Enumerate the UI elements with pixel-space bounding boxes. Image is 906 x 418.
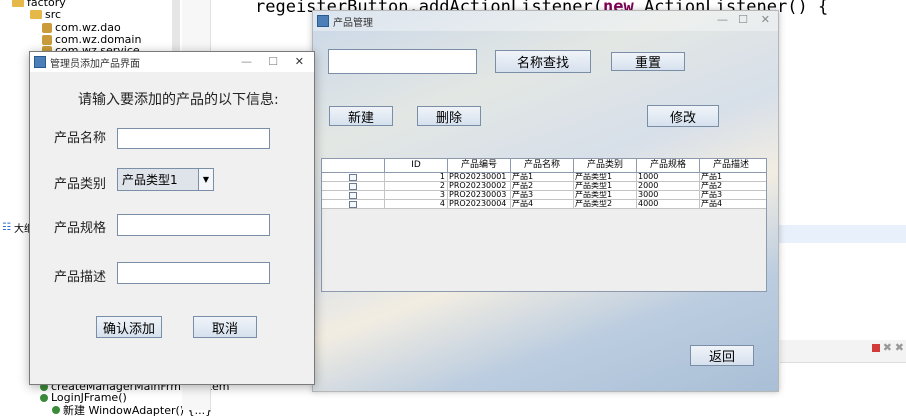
anonymous-class-icon [52,406,60,414]
column-header-id[interactable]: ID [385,159,448,172]
new-button[interactable]: 新建 [329,106,393,126]
cell-category: 产品类型1 [574,173,637,181]
cell-name: 产品3 [511,191,574,199]
cell-code: PRO20230003 [448,191,511,199]
product-spec-label: 产品规格 [54,221,107,236]
search-by-name-button[interactable]: 名称查找 [495,50,591,73]
cell-id: 3 [385,191,448,199]
console-toolbar: ✖ ✖ [780,340,906,363]
remove-all-icon[interactable]: ✖ [895,341,904,354]
cell-desc: 产品2 [701,182,723,190]
table-row[interactable]: 3 PRO20230003 产品3 产品类型1 3000 产品3 [322,191,766,200]
close-button[interactable]: ✕ [761,13,770,26]
close-button[interactable]: ✕ [295,55,304,68]
cell-spec: 2000 [637,182,700,190]
product-desc-field[interactable] [117,262,270,284]
checkbox-icon[interactable] [349,174,357,181]
row-checkbox[interactable] [322,191,385,199]
cell-id: 2 [385,182,448,190]
dialog-heading: 请输入要添加的产品的以下信息: [78,92,279,108]
cancel-button[interactable]: 取消 [193,316,257,338]
reset-button[interactable]: 重置 [611,52,685,71]
constructor-icon [40,393,48,402]
checkbox-icon[interactable] [349,201,357,208]
back-button[interactable]: 返回 [690,345,754,366]
java-app-icon [34,56,46,68]
package-icon [42,34,52,45]
category-selected-value: 产品类型1 [122,173,178,187]
cell-name: 产品2 [511,182,574,190]
cell-spec: 4000 [637,200,700,208]
search-input[interactable] [328,49,477,74]
cell-name: 产品1 [511,173,574,181]
dialog-title: 管理员添加产品界面 [50,58,140,70]
checkbox-icon[interactable] [349,192,357,199]
product-spec-field[interactable] [117,214,270,236]
cell-spec: 3000 [637,191,700,199]
product-table: ID 产品编号 产品名称 产品类别 产品规格 产品描述 1 PRO2023000… [321,158,767,292]
cell-code: PRO20230002 [448,182,511,190]
cell-desc: 产品3 [701,191,723,199]
cell-spec: 1000 [637,173,700,181]
product-category-label: 产品类别 [54,177,107,192]
table-header: ID 产品编号 产品名称 产品类别 产品规格 产品描述 [322,159,766,173]
cell-code: PRO20230001 [448,173,511,181]
column-header-select[interactable] [322,159,385,172]
outline-icon: ☷ [2,222,11,233]
cell-category: 产品类型1 [574,191,637,199]
row-checkbox[interactable] [322,182,385,190]
table-row[interactable]: 4 PRO20230004 产品4 产品类型2 4000 产品4 [322,200,766,209]
product-name-field[interactable] [117,128,270,149]
edit-button[interactable]: 修改 [647,105,719,127]
column-header-name[interactable]: 产品名称 [511,159,574,172]
product-name-label: 产品名称 [54,131,107,146]
tree-item-src[interactable]: src [30,8,61,21]
cell-name: 产品4 [511,200,574,208]
cell-category: 产品类型2 [574,200,637,208]
dialog-titlebar[interactable]: 管理员添加产品界面 — ☐ ✕ [30,52,314,72]
cell-id: 1 [385,173,448,181]
maximize-button[interactable]: ☐ [738,13,748,26]
package-icon [42,22,52,33]
cell-id: 4 [385,200,448,208]
product-category-select[interactable]: 产品类型1 ▼ [117,168,214,191]
product-desc-label: 产品描述 [54,270,107,285]
cell-code: PRO20230004 [448,200,511,208]
column-header-desc[interactable]: 产品描述 [700,159,762,172]
project-folder-icon [12,0,24,7]
minimize-button[interactable]: — [717,13,728,26]
maximize-button[interactable]: ☐ [268,55,278,68]
chevron-down-icon[interactable]: ▼ [198,169,213,190]
cell-category: 产品类型1 [574,182,637,190]
table-row[interactable]: 1 PRO20230001 产品1 产品类型1 1000 产品1 [322,173,766,182]
cell-desc: 产品1 [701,173,723,181]
column-header-code[interactable]: 产品编号 [448,159,511,172]
minimize-button[interactable]: — [241,55,252,68]
add-product-dialog: 管理员添加产品界面 — ☐ ✕ 请输入要添加的产品的以下信息: 产品名称 产品类… [29,51,315,385]
table-row[interactable]: 2 PRO20230002 产品2 产品类型1 2000 产品2 [322,182,766,191]
window-titlebar[interactable]: 产品管理 — ☐ ✕ [313,11,778,31]
source-folder-icon [30,10,42,19]
column-header-spec[interactable]: 产品规格 [637,159,700,172]
row-checkbox[interactable] [322,173,385,181]
cell-desc: 产品4 [701,200,723,208]
delete-button[interactable]: 删除 [417,106,481,126]
column-header-category[interactable]: 产品类别 [574,159,637,172]
window-title: 产品管理 [333,17,373,29]
stop-icon[interactable] [872,344,880,352]
java-app-icon [317,15,329,27]
confirm-add-button[interactable]: 确认添加 [96,316,162,338]
row-checkbox[interactable] [322,200,385,208]
product-management-window: 产品管理 — ☐ ✕ 名称查找 重置 新建 删除 修改 ID 产品编号 产品名称… [312,10,779,392]
checkbox-icon[interactable] [349,183,357,190]
remove-icon[interactable]: ✖ [883,341,892,354]
